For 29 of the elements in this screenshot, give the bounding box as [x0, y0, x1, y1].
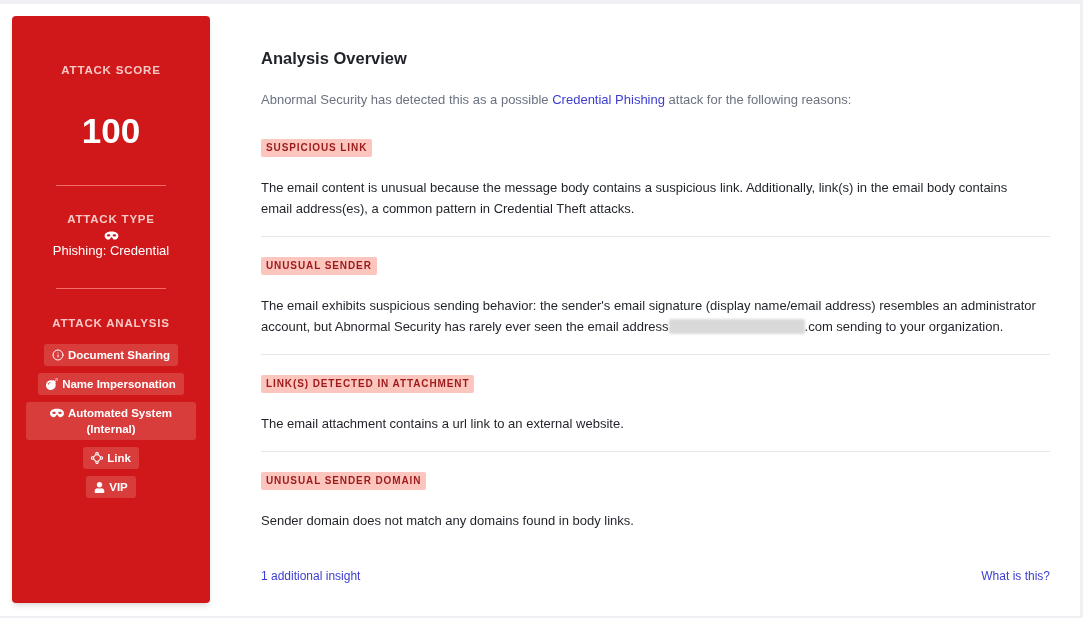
reason-description: Sender domain does not match any domains found in body links.: [261, 512, 635, 530]
attack-score: 100: [81, 111, 141, 151]
reason-tag: LINK(S) DETECTED IN ATTACHMENT: [261, 375, 475, 393]
reason-description: The email content is unusual because the message body contains a suspicious link. Additionally, link(s) in the email body contains email address(es), a common pattern in Credential Theft attacks.: [261, 179, 1009, 218]
intro-text: Abnormal Security has detected this as a possible Credential Phishing attack for the following reasons:: [261, 91, 853, 109]
attack-type-label: ATTACK TYPE: [67, 212, 155, 227]
help-link[interactable]: What is this?: [981, 568, 1050, 584]
reason-tag: UNUSUAL SENDER: [261, 257, 377, 275]
tag-label: Document Sharing: [67, 349, 171, 361]
mask-icon: [49, 407, 64, 419]
info-icon: [51, 349, 64, 361]
reason-tag: SUSPICIOUS LINK: [261, 139, 373, 157]
tag-label: Link: [107, 452, 131, 464]
score-label: ATTACK SCORE: [61, 63, 161, 78]
reason-description: The email exhibits suspicious sending behavior: the sender's email signature (display name/email address) resembles an administrator account, but Abnormal Security has rarely ever seen the email address .com sending to your organization.: [261, 297, 1037, 336]
tag-label: Name Impersonation: [62, 378, 176, 390]
attack-analysis-label: ATTACK ANALYSIS: [52, 316, 170, 331]
mask-icon: [102, 230, 120, 241]
diamond-nodes-icon: [91, 452, 104, 464]
section-title: Analysis Overview: [261, 48, 408, 69]
tag-label: Automated System (Internal): [67, 407, 173, 435]
additional-insight-link[interactable]: 1 additional insight: [261, 568, 361, 584]
attack-type-value: Phishing: Credential: [52, 243, 170, 259]
tag-label: VIP: [109, 481, 128, 493]
attack-type-link[interactable]: Credential Phishing: [552, 92, 665, 107]
reason-tag: UNUSUAL SENDER DOMAIN: [261, 472, 427, 490]
bomb-icon: [46, 378, 59, 390]
reason-description: The email attachment contains a url link to an external website.: [261, 415, 625, 433]
user-icon: [94, 482, 106, 493]
